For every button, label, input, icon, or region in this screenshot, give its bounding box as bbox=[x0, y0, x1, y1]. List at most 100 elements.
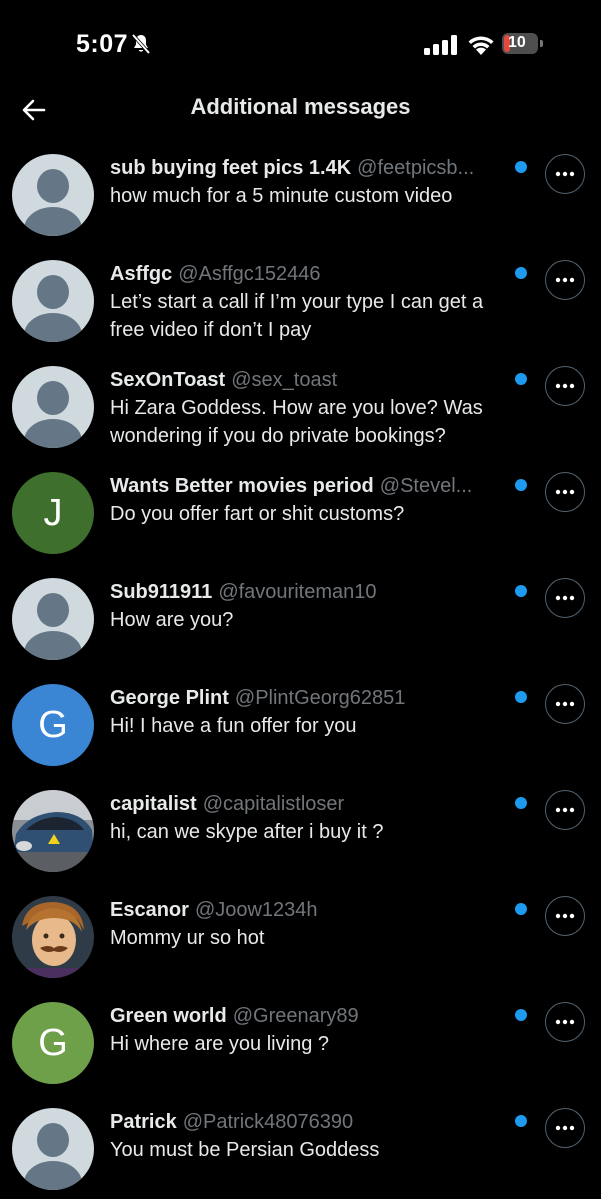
sender-line: Escanor @Joow1234h bbox=[110, 896, 510, 924]
conversation-row[interactable]: G Green world @Greenary89 Hi where are yo… bbox=[0, 984, 601, 1090]
more-options-button[interactable] bbox=[545, 366, 585, 406]
sender-name: Sub911911 bbox=[110, 581, 213, 603]
avatar-photo-car[interactable] bbox=[12, 790, 94, 872]
unread-dot-icon bbox=[515, 479, 527, 491]
page-title: Additional messages bbox=[190, 94, 411, 119]
conversation-row[interactable]: sub buying feet pics 1.4K @feetpicsb... h… bbox=[0, 136, 601, 242]
more-options-button[interactable] bbox=[545, 1108, 585, 1148]
top-bar: Additional messages bbox=[0, 90, 601, 136]
conversation-row[interactable]: capitalist @capitalistloser hi, can we sk… bbox=[0, 772, 601, 878]
sender-handle: @capitalistloser bbox=[202, 793, 345, 815]
default-avatar-icon[interactable] bbox=[12, 578, 94, 660]
default-avatar-icon[interactable] bbox=[12, 260, 94, 342]
message-preview: Hi! I have a fun offer for you bbox=[110, 715, 357, 737]
unread-dot-icon bbox=[515, 691, 527, 703]
more-options-button[interactable] bbox=[545, 1002, 585, 1042]
avatar-letter: G bbox=[38, 703, 68, 746]
unread-dot-icon bbox=[515, 267, 527, 279]
sender-line: Asffgc @Asffgc152446 bbox=[110, 260, 510, 288]
sender-name: Patrick bbox=[110, 1111, 177, 1133]
avatar-letter: G bbox=[38, 1021, 68, 1064]
more-options-button[interactable] bbox=[545, 154, 585, 194]
default-avatar-icon[interactable] bbox=[12, 154, 94, 236]
letter-avatar[interactable]: J bbox=[12, 472, 94, 554]
more-options-button[interactable] bbox=[545, 896, 585, 936]
conversation-row[interactable]: Sub911911 @favouriteman10 How are you? bbox=[0, 560, 601, 666]
sender-line: Sub911911 @favouriteman10 bbox=[110, 578, 510, 606]
message-preview: Do you offer fart or shit customs? bbox=[110, 503, 405, 525]
avatar-letter: J bbox=[43, 491, 63, 534]
message-preview: how much for a 5 minute custom video bbox=[110, 185, 453, 207]
ellipsis-icon bbox=[555, 1125, 575, 1131]
message-preview: hi, can we skype after i buy it ? bbox=[110, 821, 384, 843]
conversation-text: Sub911911 @favouriteman10 How are you? bbox=[110, 578, 510, 634]
message-preview: Let’s start a call if I’m your type I ca… bbox=[110, 291, 484, 341]
sender-name: Green world bbox=[110, 1005, 227, 1027]
cellular-signal-icon bbox=[424, 35, 457, 55]
sender-handle: @feetpicsb... bbox=[357, 157, 475, 179]
conversation-text: Green world @Greenary89 Hi where are you … bbox=[110, 1002, 510, 1058]
unread-dot-icon bbox=[515, 1115, 527, 1127]
battery-icon: 10 bbox=[502, 33, 544, 55]
ellipsis-icon bbox=[555, 701, 575, 707]
conversation-row[interactable]: SexOnToast @sex_toast Hi Zara Goddess. Ho… bbox=[0, 348, 601, 454]
conversation-text: Patrick @Patrick48076390 You must be Pers… bbox=[110, 1108, 510, 1164]
more-options-button[interactable] bbox=[545, 260, 585, 300]
ellipsis-icon bbox=[555, 1019, 575, 1025]
sender-line: Green world @Greenary89 bbox=[110, 1002, 510, 1030]
message-preview: Hi Zara Goddess. How are you love? Was w… bbox=[110, 397, 483, 447]
unread-dot-icon bbox=[515, 585, 527, 597]
conversation-text: capitalist @capitalistloser hi, can we sk… bbox=[110, 790, 510, 846]
status-time: 5:07 bbox=[76, 30, 129, 58]
letter-avatar[interactable]: G bbox=[12, 1002, 94, 1084]
default-avatar-icon[interactable] bbox=[12, 366, 94, 448]
more-options-button[interactable] bbox=[545, 472, 585, 512]
sender-name: Asffgc bbox=[110, 263, 173, 285]
unread-dot-icon bbox=[515, 161, 527, 173]
unread-dot-icon bbox=[515, 797, 527, 809]
message-preview: Hi where are you living ? bbox=[110, 1033, 329, 1055]
sender-name: SexOnToast bbox=[110, 369, 226, 391]
more-options-button[interactable] bbox=[545, 684, 585, 724]
sender-line: sub buying feet pics 1.4K @feetpicsb... bbox=[110, 154, 510, 182]
sender-handle: @Greenary89 bbox=[232, 1005, 359, 1027]
conversation-row[interactable]: Asffgc @Asffgc152446 Let’s start a call i… bbox=[0, 242, 601, 348]
unread-dot-icon bbox=[515, 1009, 527, 1021]
conversation-text: Escanor @Joow1234h Mommy ur so hot bbox=[110, 896, 510, 952]
avatar-photo-anime[interactable] bbox=[12, 896, 94, 978]
letter-avatar[interactable]: G bbox=[12, 684, 94, 766]
unread-dot-icon bbox=[515, 373, 527, 385]
conversation-row[interactable]: Escanor @Joow1234h Mommy ur so hot bbox=[0, 878, 601, 984]
conversation-row[interactable]: G George Plint @PlintGeorg62851 Hi! I hav… bbox=[0, 666, 601, 772]
more-options-button[interactable] bbox=[545, 578, 585, 618]
battery-level: 10 bbox=[508, 34, 526, 51]
sender-name: capitalist bbox=[110, 793, 197, 815]
status-bar: 5:07 10 bbox=[0, 0, 601, 90]
conversation-text: Wants Better movies period @Stevel... Do … bbox=[110, 472, 510, 528]
wifi-icon bbox=[468, 36, 494, 55]
sender-name: Escanor bbox=[110, 899, 189, 921]
sender-line: Patrick @Patrick48076390 bbox=[110, 1108, 510, 1136]
ellipsis-icon bbox=[555, 807, 575, 813]
sender-handle: @favouriteman10 bbox=[218, 581, 377, 603]
conversation-row[interactable]: Patrick @Patrick48076390 You must be Pers… bbox=[0, 1090, 601, 1196]
conversation-text: Asffgc @Asffgc152446 Let’s start a call i… bbox=[110, 260, 510, 344]
conversation-text: George Plint @PlintGeorg62851 Hi! I have … bbox=[110, 684, 510, 740]
unread-dot-icon bbox=[515, 903, 527, 915]
sender-name: sub buying feet pics 1.4K bbox=[110, 157, 352, 179]
sender-handle: @sex_toast bbox=[231, 369, 338, 391]
ellipsis-icon bbox=[555, 171, 575, 177]
conversation-row[interactable]: J Wants Better movies period @Stevel... D… bbox=[0, 454, 601, 560]
default-avatar-icon[interactable] bbox=[12, 1108, 94, 1190]
sender-line: George Plint @PlintGeorg62851 bbox=[110, 684, 510, 712]
sender-handle: @Stevel... bbox=[379, 475, 473, 497]
more-options-button[interactable] bbox=[545, 790, 585, 830]
sender-handle: @Asffgc152446 bbox=[178, 263, 321, 285]
message-preview: Mommy ur so hot bbox=[110, 927, 265, 949]
message-preview: You must be Persian Goddess bbox=[110, 1139, 380, 1161]
bell-muted-icon bbox=[131, 33, 151, 55]
message-request-list: sub buying feet pics 1.4K @feetpicsb... h… bbox=[0, 136, 601, 1196]
message-preview: How are you? bbox=[110, 609, 234, 631]
sender-line: SexOnToast @sex_toast bbox=[110, 366, 510, 394]
sender-handle: @PlintGeorg62851 bbox=[234, 687, 406, 709]
